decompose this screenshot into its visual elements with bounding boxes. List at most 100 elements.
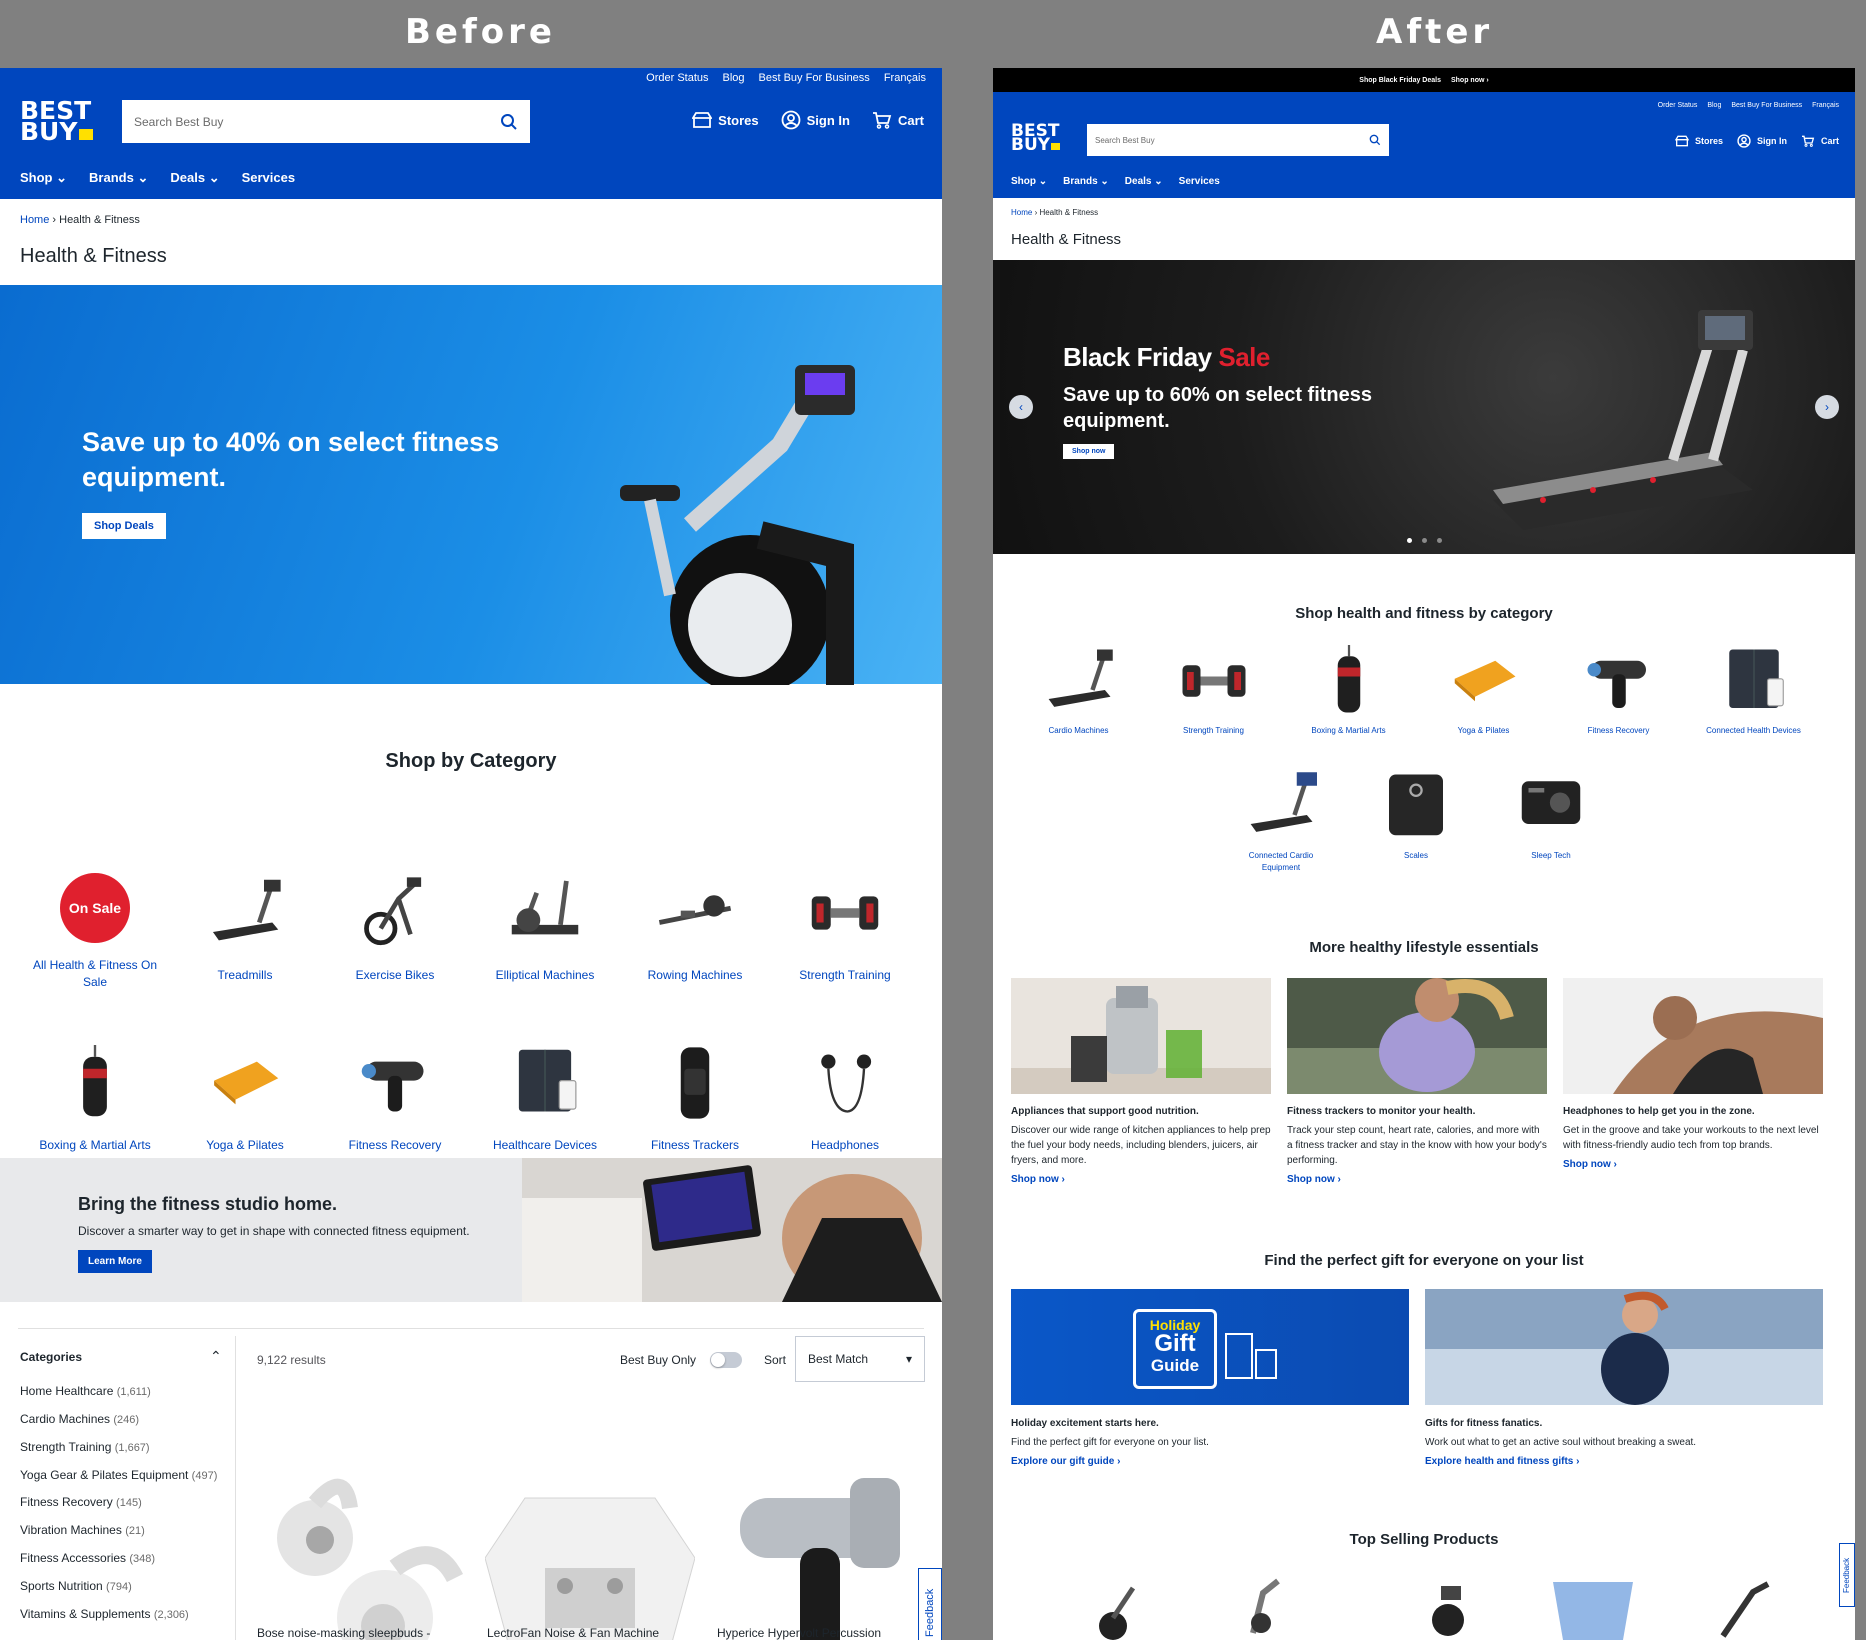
cart-button[interactable]: Cart	[1801, 135, 1839, 147]
best-buy-logo[interactable]: BEST BUY	[20, 98, 94, 144]
best-buy-only-toggle[interactable]	[710, 1352, 742, 1368]
hero-banner[interactable]: Save up to 40% on select fitness equipme…	[0, 285, 942, 685]
filter-label: Sports Nutrition	[20, 1578, 103, 1593]
category-tile[interactable]: Sleep Tech	[1484, 768, 1619, 862]
sign-in-button[interactable]: Sign In	[781, 110, 850, 130]
nav-deals[interactable]: Deals ⌄	[1125, 176, 1163, 187]
nav-deals[interactable]: Deals ⌄	[170, 170, 219, 186]
promo-link[interactable]: Shop now ›	[1451, 77, 1489, 84]
category-tile[interactable]: Exercise Bikes	[320, 873, 470, 984]
filter-item[interactable]: Yoga Gear & Pilates Equipment (497)	[20, 1467, 220, 1484]
filter-item[interactable]: Fitness Accessories (348)	[20, 1550, 220, 1567]
essential-shop-link[interactable]: Shop now ›	[1287, 1172, 1547, 1187]
category-tile[interactable]: Healthcare Devices	[470, 1043, 620, 1154]
carousel-dot[interactable]	[1436, 538, 1442, 543]
category-tile[interactable]: Strength Training	[770, 873, 920, 984]
nav-services[interactable]: Services	[242, 170, 296, 186]
filter-item[interactable]: Fitness Recovery (145)	[20, 1494, 220, 1511]
product-title[interactable]: Hyperice Hypervolt Percussion	[717, 1626, 927, 1640]
order-status-link[interactable]: Order Status	[1658, 102, 1698, 109]
filter-item[interactable]: Home Healthcare (1,611)	[20, 1383, 220, 1400]
category-tile[interactable]: Elliptical Machines	[470, 873, 620, 984]
carousel-dot[interactable]	[1421, 538, 1427, 543]
essential-shop-link[interactable]: Shop now ›	[1563, 1157, 1823, 1172]
cart-button[interactable]: Cart	[872, 111, 924, 129]
product-title[interactable]: Bose noise-masking sleepbuds -	[257, 1626, 467, 1640]
search-input[interactable]: Search Best Buy	[1095, 136, 1155, 145]
category-tile[interactable]: Treadmills	[170, 873, 320, 984]
punching-bag-icon	[83, 1045, 107, 1117]
sort-select[interactable]: Best Match ▾	[795, 1336, 925, 1382]
category-tile[interactable]: Connected Cardio Equipment	[1214, 768, 1349, 874]
carousel-dot[interactable]	[1406, 538, 1412, 543]
gift-guide-image[interactable]: Holiday Gift Guide	[1011, 1289, 1409, 1405]
business-link[interactable]: Best Buy For Business	[1731, 102, 1802, 109]
breadcrumb-home[interactable]: Home	[20, 214, 49, 226]
blog-link[interactable]: Blog	[1707, 102, 1721, 109]
treadmill-image	[1493, 310, 1753, 530]
category-tile[interactable]: Connected Health Devices	[1686, 643, 1821, 737]
francais-link[interactable]: Français	[884, 72, 926, 84]
logo-tag	[1051, 143, 1061, 151]
filter-item[interactable]: Vitamins & Supplements (2,306)	[20, 1606, 220, 1623]
filter-item[interactable]: Strength Training (1,667)	[20, 1439, 220, 1456]
category-tile[interactable]: Cardio Machines	[1011, 643, 1146, 737]
category-tile[interactable]: Boxing & Martial Arts	[20, 1043, 170, 1154]
order-status-link[interactable]: Order Status	[646, 72, 708, 84]
sign-in-button[interactable]: Sign In	[1737, 134, 1787, 148]
search-icon[interactable]	[1369, 134, 1381, 146]
nav-brands[interactable]: Brands ⌄	[1063, 176, 1109, 187]
shop-deals-button[interactable]: Shop Deals	[82, 513, 166, 539]
stores-label: Stores	[718, 112, 759, 128]
breadcrumb-home[interactable]: Home	[1011, 208, 1032, 217]
top-selling-title: Top Selling Products	[1349, 1531, 1499, 1548]
category-tile[interactable]: Rowing Machines	[620, 873, 770, 984]
category-tile[interactable]: Scales	[1349, 768, 1484, 862]
collapse-chevron-icon[interactable]: ⌃	[210, 1348, 222, 1365]
category-tile[interactable]: Strength Training	[1146, 643, 1281, 737]
best-buy-logo[interactable]: BEST BUY	[1011, 122, 1061, 154]
stores-button[interactable]: Stores	[692, 111, 759, 129]
learn-more-button[interactable]: Learn More	[78, 1250, 152, 1273]
feedback-tab[interactable]: Feedback	[1839, 1543, 1855, 1607]
search-bar[interactable]: Search Best Buy	[122, 100, 530, 143]
blog-link[interactable]: Blog	[723, 72, 745, 84]
search-input[interactable]: Search Best Buy	[134, 115, 223, 129]
gift-link[interactable]: Explore our gift guide ›	[1011, 1454, 1409, 1469]
product-title[interactable]: LectroFan Noise & Fan Machine	[487, 1626, 697, 1640]
category-tile[interactable]: Yoga & Pilates	[170, 1043, 320, 1154]
filter-item[interactable]: Sports Nutrition (794)	[20, 1578, 220, 1595]
francais-link[interactable]: Français	[1812, 102, 1839, 109]
search-icon[interactable]	[500, 113, 518, 131]
essential-shop-link[interactable]: Shop now ›	[1011, 1172, 1271, 1187]
carousel-prev-arrow-icon[interactable]: ‹	[1009, 395, 1033, 419]
nav-brands[interactable]: Brands ⌄	[89, 170, 148, 186]
filter-item[interactable]: Vibration Machines (21)	[20, 1522, 220, 1539]
nav-shop[interactable]: Shop ⌄	[20, 170, 67, 186]
category-label: Exercise Bikes	[355, 968, 435, 982]
essential-text: Track your step count, heart rate, calor…	[1287, 1125, 1547, 1166]
category-label: Boxing & Martial Arts	[1311, 726, 1386, 735]
business-link[interactable]: Best Buy For Business	[759, 72, 870, 84]
category-tile[interactable]: Boxing & Martial Arts	[1281, 643, 1416, 737]
stores-button[interactable]: Stores	[1674, 135, 1723, 147]
category-tile[interactable]: Fitness Recovery	[1551, 643, 1686, 737]
nav-shop[interactable]: Shop ⌄	[1011, 176, 1047, 187]
category-label: Boxing & Martial Arts	[39, 1138, 151, 1152]
chevron-down-icon: ⌄	[1154, 176, 1163, 187]
hero-carousel[interactable]: Black Friday Sale Save up to 60% on sele…	[993, 260, 1855, 554]
feedback-tab[interactable]: Feedback	[918, 1568, 942, 1640]
studio-banner[interactable]: Bring the fitness studio home. Discover …	[0, 1158, 942, 1302]
filter-item[interactable]: Cardio Machines (246)	[20, 1411, 220, 1428]
carousel-next-arrow-icon[interactable]: ›	[1815, 395, 1839, 419]
category-tile[interactable]: Yoga & Pilates	[1416, 643, 1551, 737]
category-tile[interactable]: On Sale All Health & Fitness On Sale	[20, 873, 170, 992]
search-bar[interactable]: Search Best Buy	[1087, 124, 1389, 156]
nav-services[interactable]: Services	[1179, 176, 1220, 187]
category-tile[interactable]: Headphones	[770, 1043, 920, 1154]
category-tile[interactable]: Fitness Recovery	[320, 1043, 470, 1154]
main-nav: Shop ⌄ Brands ⌄ Deals ⌄ Services	[20, 170, 295, 186]
category-tile[interactable]: Fitness Trackers	[620, 1043, 770, 1154]
shop-now-button[interactable]: Shop now	[1063, 444, 1115, 459]
gift-link[interactable]: Explore health and fitness gifts ›	[1425, 1454, 1823, 1469]
